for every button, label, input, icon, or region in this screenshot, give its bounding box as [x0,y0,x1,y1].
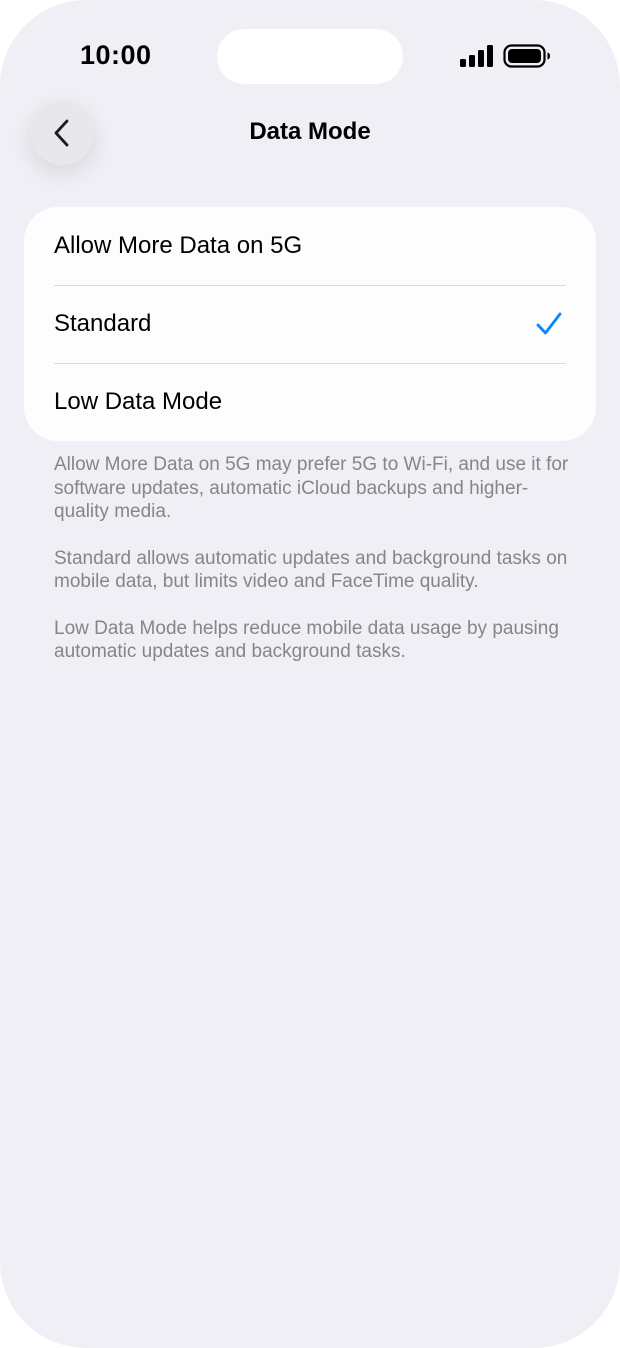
option-allow-more-data-5g[interactable]: Allow More Data on 5G [24,207,596,285]
dynamic-island [217,29,403,84]
page-title: Data Mode [249,118,371,145]
data-mode-options: Allow More Data on 5G Standard Low Data … [24,207,596,441]
cellular-signal-icon [460,45,493,67]
footnotes: Allow More Data on 5G may prefer 5G to W… [54,453,574,687]
phone-screen: 10:00 Data Mode Allow More Data on 5G St… [0,0,620,1348]
battery-full-icon [503,44,550,68]
option-label: Standard [54,310,152,337]
option-low-data-mode[interactable]: Low Data Mode [24,363,596,441]
option-standard[interactable]: Standard [24,285,596,363]
option-label: Allow More Data on 5G [54,232,303,259]
status-time: 10:00 [80,40,152,70]
option-label: Low Data Mode [54,388,223,415]
footnote-allow-more-data: Allow More Data on 5G may prefer 5G to W… [54,454,569,522]
footnote-standard: Standard allows automatic updates and ba… [54,547,568,593]
footnote-low-data-mode: Low Data Mode helps reduce mobile data u… [54,617,559,663]
checkmark-icon [536,312,562,335]
